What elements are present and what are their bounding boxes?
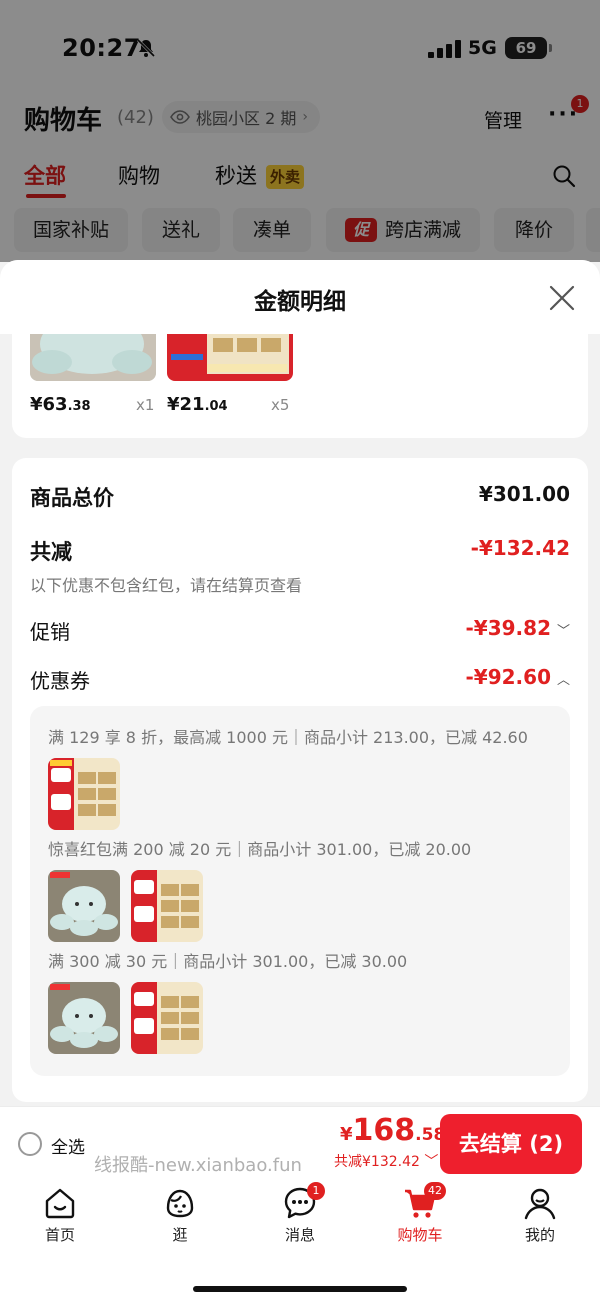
saved-amount-toggle[interactable]: 共减¥132.42 ﹀ [334, 1151, 438, 1171]
product-thumbnail-tissue[interactable] [167, 334, 293, 381]
item-price: ¥21.04 [167, 394, 228, 415]
item-list-card: ¥63.38 x1 ¥21.04 x5 [12, 334, 588, 438]
item-price-int: ¥63 [30, 394, 68, 415]
tab-cart-label: 购物车 [397, 1226, 443, 1244]
coupon-product-thumbnail-tissue [48, 758, 120, 830]
amount-detail-sheet: 金额明细 ¥63.38 x1 ¥21.04 x5 商品总价 ¥301.00 共减… [0, 260, 600, 1106]
total-int: 168 [352, 1113, 416, 1148]
coupon-value: -¥92.60 [465, 665, 551, 689]
chevron-up-icon: ︿ [556, 673, 570, 688]
item-qty: x1 [136, 396, 155, 414]
tab-browse[interactable]: 逛 [140, 1186, 220, 1245]
total-reduction-value: -¥132.42 [470, 536, 570, 560]
coupon-product-thumbnail-tissue [131, 870, 203, 942]
goods-total-value: ¥301.00 [478, 482, 570, 506]
item-price: ¥63.38 [30, 394, 91, 415]
tab-home-label: 首页 [44, 1226, 75, 1244]
promo-label: 促销 [30, 620, 70, 644]
tab-messages[interactable]: 消息 1 [260, 1182, 340, 1245]
currency-symbol: ¥ [340, 1124, 353, 1145]
coupon-rule: 满 300 减 30 元｜商品小计 301.00，已减 30.00 [48, 952, 408, 971]
tab-me[interactable]: 我的 [500, 1186, 580, 1245]
coupon-product-thumbnail-tissue [131, 982, 203, 1054]
coupon-product-thumbnail-plush [48, 870, 120, 942]
coupon-rule: 满 129 享 8 折，最高减 1000 元｜商品小计 213.00，已减 42… [48, 728, 528, 747]
promo-value: -¥39.82 [465, 616, 551, 640]
tab-cart[interactable]: 购物车 42 [380, 1182, 460, 1245]
product-thumbnail-plush[interactable] [30, 334, 156, 381]
messages-badge: 1 [307, 1182, 325, 1200]
item-price-dec: .38 [67, 399, 91, 414]
sheet-header: 金额明细 [0, 260, 600, 334]
checkout-button[interactable]: 去结算 (2) [440, 1114, 582, 1174]
coupon-product-thumbnail-plush [48, 982, 120, 1054]
coupon-rule: 惊喜红包满 200 减 20 元｜商品小计 301.00，已减 20.00 [48, 840, 472, 859]
coupon-detail-box: 满 129 享 8 折，最高减 1000 元｜商品小计 213.00，已减 42… [30, 706, 570, 1076]
tab-me-label: 我的 [524, 1226, 555, 1244]
sheet-title: 金额明细 [254, 289, 346, 315]
chevron-down-icon: ﹀ [556, 624, 570, 639]
promo-row[interactable]: -¥39.82 ﹀ [466, 616, 571, 640]
close-icon[interactable] [548, 284, 576, 312]
select-all-label[interactable]: 全选 [51, 1133, 85, 1158]
select-all-checkbox[interactable] [18, 1132, 42, 1156]
goods-total-label: 商品总价 [30, 486, 114, 510]
tab-home[interactable]: 首页 [20, 1186, 100, 1245]
item-qty: x5 [271, 396, 290, 414]
home-indicator[interactable] [193, 1286, 407, 1292]
user-icon [524, 1188, 556, 1220]
reduction-note: 以下优惠不包含红包，请在结算页查看 [30, 576, 303, 595]
home-icon [45, 1188, 75, 1219]
checkout-total: ¥168.58 [340, 1113, 445, 1148]
saved-amount: 共减¥132.42 [334, 1154, 420, 1170]
item-price-dec: .04 [204, 399, 228, 414]
watermark: 线报酷-new.xianbao.fun [94, 1155, 302, 1176]
price-breakdown-card: 商品总价 ¥301.00 共减 -¥132.42 以下优惠不包含红包，请在结算页… [12, 458, 588, 1102]
chevron-down-icon: ﹀ [424, 1154, 439, 1170]
total-reduction-label: 共减 [30, 540, 72, 564]
coupon-label: 优惠券 [30, 669, 90, 693]
cart-badge: 42 [424, 1182, 446, 1200]
browse-face-icon [166, 1189, 194, 1218]
coupon-row[interactable]: -¥92.60 ︿ [466, 665, 571, 689]
item-price-int: ¥21 [167, 394, 205, 415]
overlay-scrim[interactable] [0, 0, 600, 262]
tab-browse-label: 逛 [172, 1226, 188, 1244]
tab-messages-label: 消息 [284, 1226, 315, 1244]
